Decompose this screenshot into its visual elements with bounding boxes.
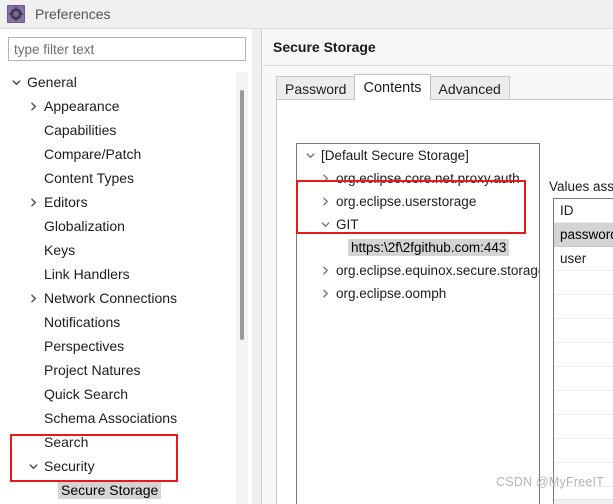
sidebar-item[interactable]: Notifications	[0, 310, 252, 334]
tab-content-panel: [Default Secure Storage] org.eclipse.core…	[276, 100, 613, 504]
values-row[interactable]	[554, 415, 613, 439]
sidebar-item-label: Security	[44, 458, 95, 474]
sidebar-item-label: Content Types	[44, 170, 135, 186]
sidebar-item-label: Globalization	[44, 218, 125, 234]
values-label: Values associated	[549, 179, 613, 194]
chevron-down-icon[interactable]	[8, 77, 24, 88]
sidebar-item[interactable]: Schema Associations	[0, 406, 252, 430]
sidebar-item[interactable]: Appearance	[0, 94, 252, 118]
sidebar-item-label: Capabilities	[44, 122, 117, 138]
values-row[interactable]: ID	[554, 199, 613, 223]
values-row[interactable]	[554, 367, 613, 391]
sidebar-item[interactable]: Secure Storage	[0, 478, 252, 502]
values-table[interactable]: ID password user	[553, 198, 613, 504]
sidebar-item[interactable]: Security	[0, 454, 252, 478]
sidebar-item[interactable]: Project Natures	[0, 358, 252, 382]
sidebar-item-label: Search	[44, 434, 89, 450]
filter-input[interactable]	[8, 37, 246, 61]
page-title: Secure Storage	[273, 39, 376, 55]
values-row[interactable]	[554, 343, 613, 367]
values-rows: ID password user	[554, 199, 613, 487]
window-titlebar: Preferences	[0, 0, 613, 29]
secure-storage-page: Secure Storage Password Contents Advanced …	[261, 29, 613, 504]
values-row[interactable]	[554, 295, 613, 319]
sidebar-item-label: Appearance	[44, 98, 120, 114]
sidebar-item[interactable]: General	[0, 70, 252, 94]
sidebar-item-label: Secure Storage	[58, 481, 162, 499]
sidebar-item-label: Compare/Patch	[44, 146, 142, 162]
panel-sash[interactable]	[252, 29, 261, 504]
tree-node-label: org.eclipse.oomph	[336, 286, 447, 301]
tab-underline	[276, 99, 613, 100]
sidebar-item-label: Project Natures	[44, 362, 141, 378]
tree-node[interactable]: org.eclipse.userstorage	[297, 190, 539, 213]
values-row[interactable]	[554, 391, 613, 415]
tab-contents[interactable]: Contents	[354, 74, 431, 100]
chevron-down-icon[interactable]	[303, 150, 318, 161]
tab-bar: Password Contents Advanced	[276, 74, 510, 100]
values-row[interactable]	[554, 319, 613, 343]
tree-node[interactable]: org.eclipse.equinox.secure.storage	[297, 259, 539, 282]
chevron-right-icon[interactable]	[318, 196, 333, 207]
values-row[interactable]	[554, 271, 613, 295]
sidebar-item-label: Quick Search	[44, 386, 129, 402]
values-row[interactable]: password	[554, 223, 613, 247]
values-row[interactable]: user	[554, 247, 613, 271]
chevron-right-icon[interactable]	[25, 101, 41, 112]
tree-node[interactable]: https:\2f\2fgithub.com:443	[297, 236, 539, 259]
sidebar-item[interactable]: Content Types	[0, 166, 252, 190]
watermark: CSDN @MyFreeIT	[496, 475, 604, 489]
sidebar-item[interactable]: Keys	[0, 238, 252, 262]
tree-node-label: [Default Secure Storage]	[321, 148, 469, 163]
sidebar-item-label: Notifications	[44, 314, 121, 330]
sidebar-item[interactable]: Capabilities	[0, 118, 252, 142]
tree-node-label: org.eclipse.core.net.proxy.auth	[336, 171, 520, 186]
tree-node[interactable]: org.eclipse.core.net.proxy.auth	[297, 167, 539, 190]
sidebar-item[interactable]: Perspectives	[0, 334, 252, 358]
preferences-sidebar: General Appearance Capabilities Compare/Pat…	[0, 29, 252, 504]
window-title: Preferences	[35, 6, 111, 22]
title-divider	[263, 65, 613, 66]
sidebar-item-label: General	[27, 74, 77, 90]
sidebar-scrollbar-thumb[interactable]	[240, 90, 244, 340]
preferences-tree[interactable]: General Appearance Capabilities Compare/Pat…	[0, 70, 252, 504]
tab-advanced[interactable]: Advanced	[429, 76, 510, 100]
chevron-right-icon[interactable]	[25, 197, 41, 208]
tab-password[interactable]: Password	[276, 76, 356, 100]
sidebar-item[interactable]: Compare/Patch	[0, 142, 252, 166]
sidebar-item-label: Network Connections	[44, 290, 178, 306]
secure-storage-tree[interactable]: [Default Secure Storage] org.eclipse.core…	[296, 143, 540, 504]
values-horizontal-scrollbar[interactable]	[554, 499, 613, 504]
chevron-down-icon[interactable]	[318, 219, 333, 230]
tree-node-label: GIT	[336, 217, 359, 232]
preferences-gear-icon	[7, 5, 25, 23]
sidebar-item-label: Schema Associations	[44, 410, 178, 426]
sidebar-item[interactable]: Editors	[0, 190, 252, 214]
tree-node[interactable]: [Default Secure Storage]	[297, 144, 539, 167]
sidebar-item-label: Editors	[44, 194, 88, 210]
sidebar-item[interactable]: Quick Search	[0, 382, 252, 406]
sidebar-item[interactable]: Globalization	[0, 214, 252, 238]
tree-node-label: org.eclipse.userstorage	[336, 194, 477, 209]
sidebar-item[interactable]: Search	[0, 430, 252, 454]
chevron-right-icon[interactable]	[318, 288, 333, 299]
chevron-down-icon[interactable]	[25, 461, 41, 472]
tree-node-label: https:\2f\2fgithub.com:443	[348, 239, 510, 256]
chevron-right-icon[interactable]	[318, 265, 333, 276]
values-row[interactable]	[554, 439, 613, 463]
sidebar-vertical-scrollbar[interactable]	[236, 72, 248, 504]
chevron-right-icon[interactable]	[25, 293, 41, 304]
preferences-dialog: Preferences General Appearance Capabilitie…	[0, 0, 613, 504]
filter-input-wrap	[8, 37, 246, 61]
tree-node[interactable]: GIT	[297, 213, 539, 236]
sidebar-item[interactable]: Link Handlers	[0, 262, 252, 286]
sidebar-item-label: Link Handlers	[44, 266, 130, 282]
sidebar-item-label: Keys	[44, 242, 76, 258]
chevron-right-icon[interactable]	[318, 173, 333, 184]
tree-node[interactable]: org.eclipse.oomph	[297, 282, 539, 305]
tree-node-label: org.eclipse.equinox.secure.storage	[336, 263, 540, 278]
sidebar-item[interactable]: Network Connections	[0, 286, 252, 310]
sidebar-item-label: Perspectives	[44, 338, 125, 354]
